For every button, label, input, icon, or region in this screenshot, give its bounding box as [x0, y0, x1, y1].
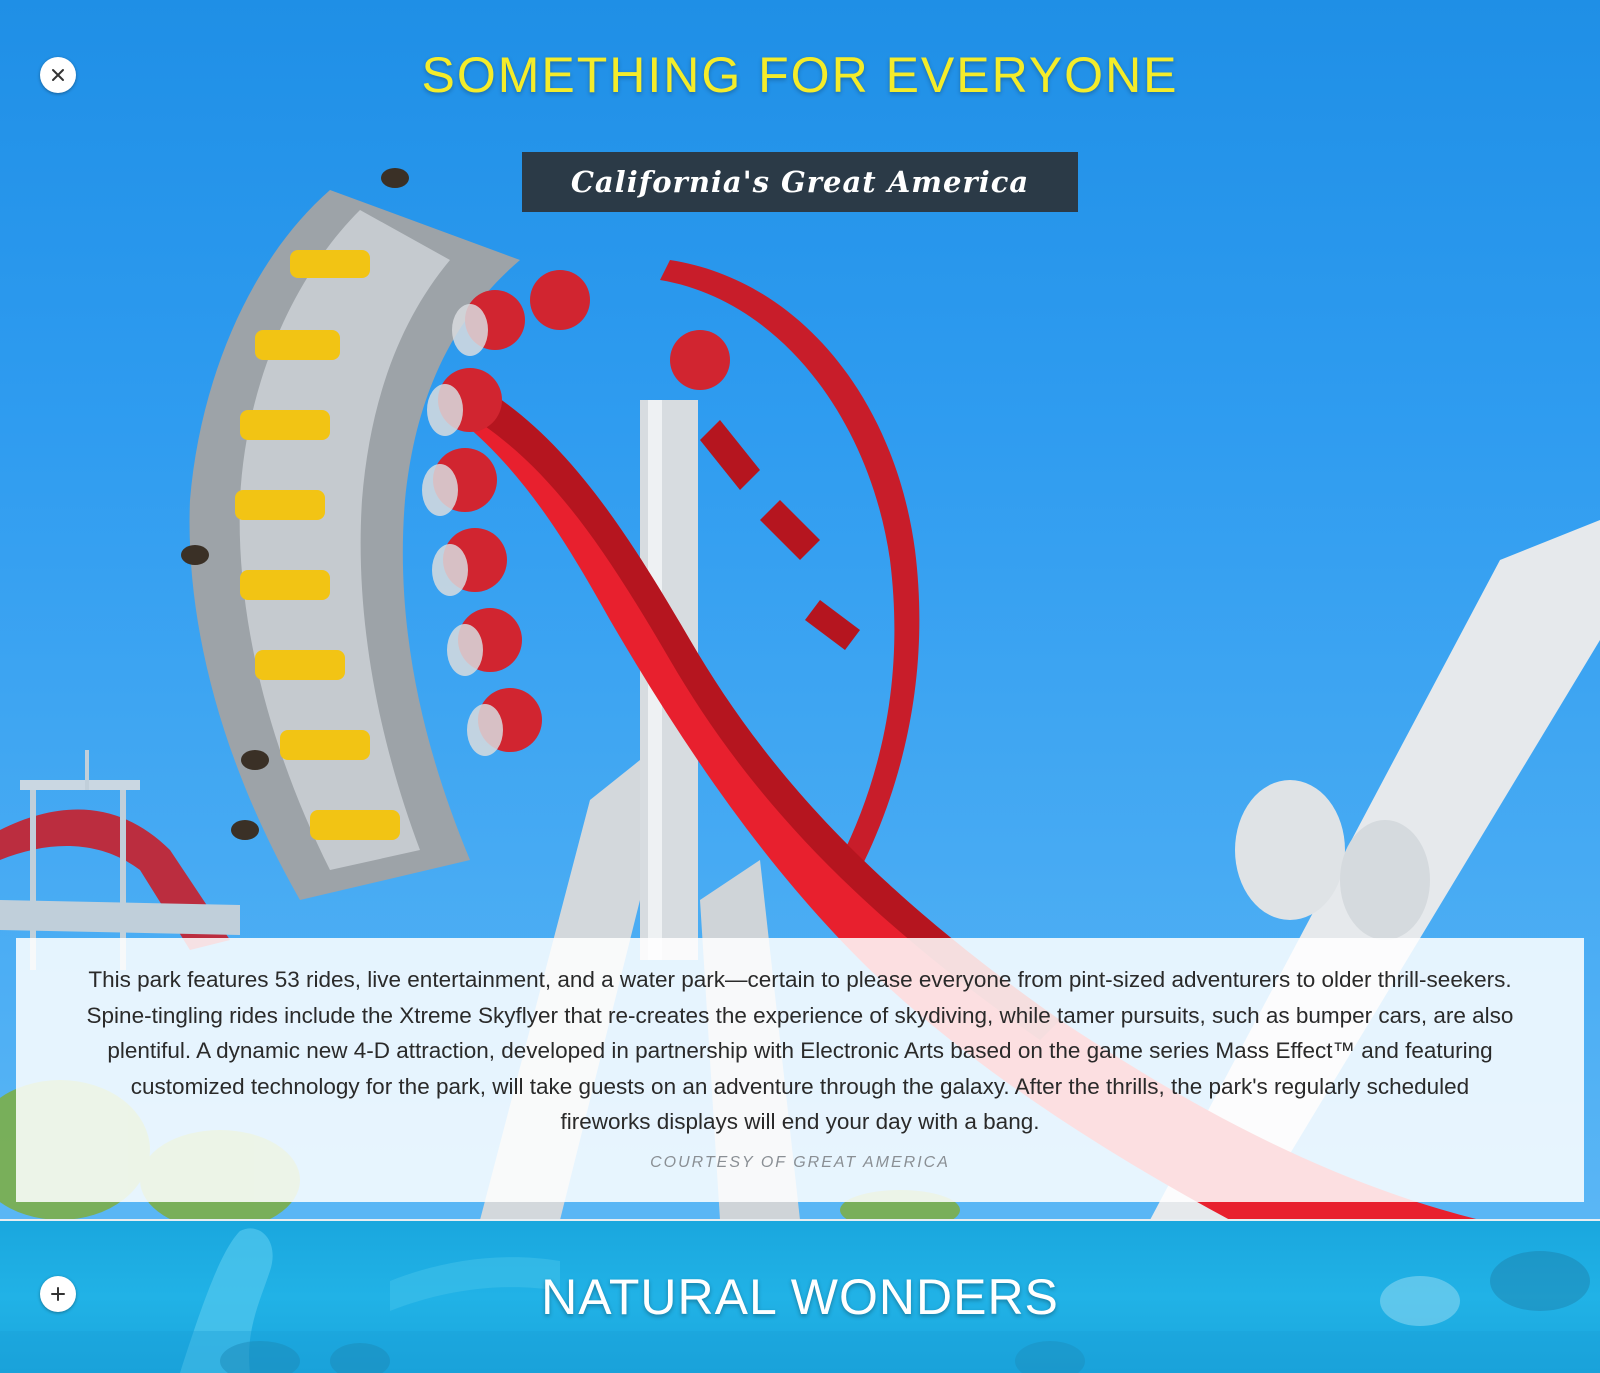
page: SOMETHING FOR EVERYONE California's Grea…	[0, 0, 1600, 1373]
section-title: SOMETHING FOR EVERYONE	[421, 47, 1179, 103]
photo-credit: COURTESY OF GREAT AMERICA	[650, 1153, 950, 1171]
next-section-title[interactable]: NATURAL WONDERS	[0, 1268, 1600, 1326]
close-section-button[interactable]	[40, 57, 76, 93]
distant-coaster-structure	[0, 750, 240, 970]
close-icon	[52, 69, 64, 81]
location-tag: California's Great America	[522, 152, 1078, 212]
description-card: This park features 53 rides, live entert…	[16, 938, 1584, 1202]
description-text: This park features 53 rides, live entert…	[86, 967, 1514, 1134]
section-something-for-everyone: SOMETHING FOR EVERYONE California's Grea…	[0, 0, 1600, 1220]
